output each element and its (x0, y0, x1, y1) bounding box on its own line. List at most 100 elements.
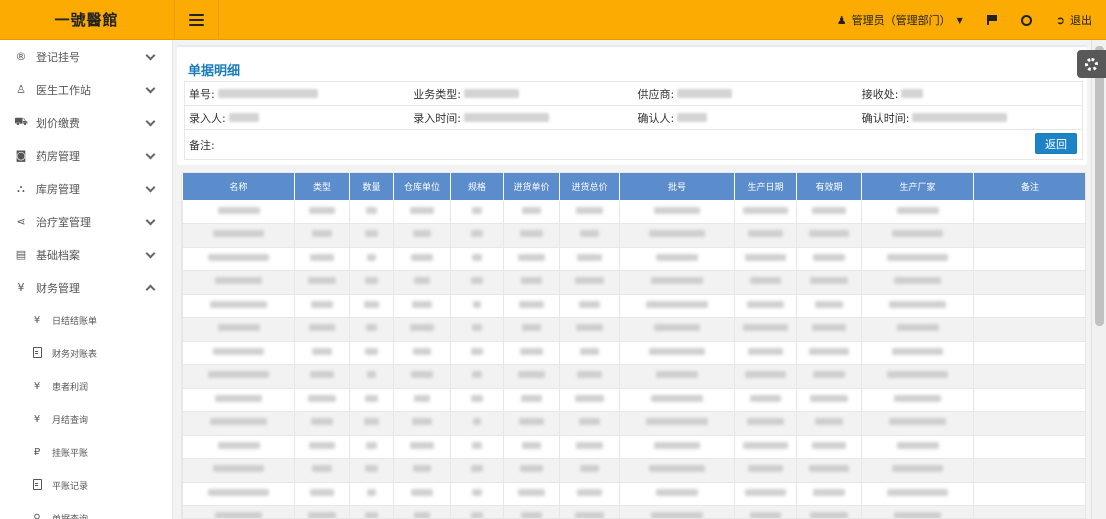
redacted-value (471, 324, 483, 332)
table-cell (393, 458, 451, 483)
table-cell (796, 387, 862, 412)
table-cell (734, 340, 797, 365)
sidebar-item-1[interactable]: ♙ 医生工作站 (0, 73, 172, 106)
scrollbar-thumb[interactable] (1095, 46, 1104, 326)
brand-logo[interactable]: 一號醫館 (0, 0, 173, 40)
table-cell (796, 481, 862, 506)
redacted-value (215, 277, 262, 285)
redacted-value (471, 441, 483, 449)
redacted-value (891, 230, 944, 238)
table-row[interactable] (182, 387, 1085, 412)
save-icon: ◙ (15, 149, 27, 162)
table-row[interactable] (182, 199, 1085, 224)
redacted-value (651, 277, 703, 285)
table-row[interactable] (182, 481, 1085, 506)
sidebar-subitem-5[interactable]: 平账记录 (0, 469, 172, 502)
table-cell (393, 270, 451, 295)
table-cell (450, 434, 504, 459)
table-cell (294, 411, 350, 436)
redacted-value (577, 488, 602, 496)
table-cell (861, 481, 974, 506)
table-cell (182, 387, 295, 412)
table-cell (349, 223, 394, 248)
redacted-value (364, 347, 379, 355)
table-cell (734, 270, 797, 295)
table-row[interactable] (182, 458, 1085, 483)
sidebar-item-7[interactable]: ¥ 财务管理 (0, 271, 172, 304)
yen-icon: ¥ (33, 315, 41, 326)
redacted-value (578, 418, 601, 426)
sidebar-subitem-1[interactable]: 财务对账表 (0, 337, 172, 370)
user-menu[interactable]: ♟ 管理员（管理部门） ▼ (837, 12, 963, 28)
table-cell (559, 411, 620, 436)
table-cell (559, 270, 620, 295)
redacted-value (889, 418, 946, 426)
sidebar-item-0[interactable]: ® 登记挂号 (0, 40, 172, 73)
redacted-value (813, 253, 845, 261)
redacted-value (656, 488, 698, 496)
file-icon (31, 346, 43, 361)
redacted-value (677, 89, 733, 98)
menu-toggle-button[interactable] (174, 0, 219, 40)
help-button[interactable] (1020, 14, 1032, 26)
redacted-value (912, 113, 1008, 122)
sidebar-subitem-4[interactable]: ₽ 挂账平账 (0, 436, 172, 469)
logout-button[interactable]: ➲ 退出 (1056, 12, 1092, 28)
redacted-value (520, 465, 543, 473)
column-header: 批号 (619, 173, 735, 201)
sidebar-subitem-6[interactable]: ⚲ 单据查询 (0, 502, 172, 519)
sidebar-subitem-2[interactable]: ¥ 患者利润 (0, 370, 172, 403)
table-cell (294, 293, 350, 318)
sidebar-item-3[interactable]: ◙ 药房管理 (0, 139, 172, 172)
sidebar-item-5[interactable]: ⋖ 治疗室管理 (0, 205, 172, 238)
redacted-value (215, 394, 262, 402)
redacted-value (579, 465, 600, 473)
table-row[interactable] (182, 505, 1085, 518)
table-row[interactable] (182, 411, 1085, 436)
life-ring-icon (1020, 14, 1032, 26)
table-cell (294, 364, 350, 389)
table-cell (349, 411, 394, 436)
redacted-value (413, 277, 431, 285)
table-cell (393, 317, 451, 342)
table-row[interactable] (182, 340, 1085, 365)
sidebar-subitem-label: 月结查询 (52, 416, 89, 426)
table-cell (973, 317, 1085, 342)
table-row[interactable] (182, 434, 1085, 459)
notifications-button[interactable] (986, 15, 997, 25)
hamburger-icon (189, 14, 204, 26)
table-cell (734, 199, 797, 224)
table-cell (973, 340, 1085, 365)
table-cell (294, 317, 350, 342)
table-row[interactable] (182, 270, 1085, 295)
confirmed-time-field: 确认时间: (858, 106, 1082, 129)
table-cell (861, 364, 974, 389)
redacted-value (217, 324, 260, 332)
table-cell (619, 199, 735, 224)
table-cell (182, 364, 295, 389)
sidebar-item-4[interactable]: ⛬ 库房管理 (0, 172, 172, 205)
table-row[interactable] (182, 293, 1085, 318)
redacted-value (811, 206, 847, 214)
table-row[interactable] (182, 317, 1085, 342)
redacted-value (518, 371, 545, 379)
page-scrollbar[interactable] (1091, 40, 1106, 519)
theme-settings-button[interactable] (1077, 50, 1106, 78)
sidebar-item-2[interactable]: ⛟ 划价缴费 (0, 106, 172, 139)
redacted-value (309, 253, 335, 261)
redacted-value (366, 488, 377, 496)
main-content: 单据明细 单号: 业务类型: 供应商: 接收处: 录入人: 录入时间: 确认人:… (173, 40, 1091, 519)
sidebar-item-6[interactable]: ▤ 基础档案 (0, 238, 172, 271)
table-row[interactable] (182, 223, 1085, 248)
table-row[interactable] (182, 246, 1085, 271)
table-cell (349, 505, 394, 518)
table-cell (294, 505, 350, 518)
sidebar-subitem-0[interactable]: ¥ 日结结账单 (0, 304, 172, 337)
table-cell (559, 481, 620, 506)
table-cell (861, 387, 974, 412)
back-button[interactable]: 返回 (1035, 133, 1077, 154)
redacted-value (815, 418, 843, 426)
sidebar-subitem-3[interactable]: ¥ 月结查询 (0, 403, 172, 436)
redacted-value (653, 324, 701, 332)
table-row[interactable] (182, 364, 1085, 389)
